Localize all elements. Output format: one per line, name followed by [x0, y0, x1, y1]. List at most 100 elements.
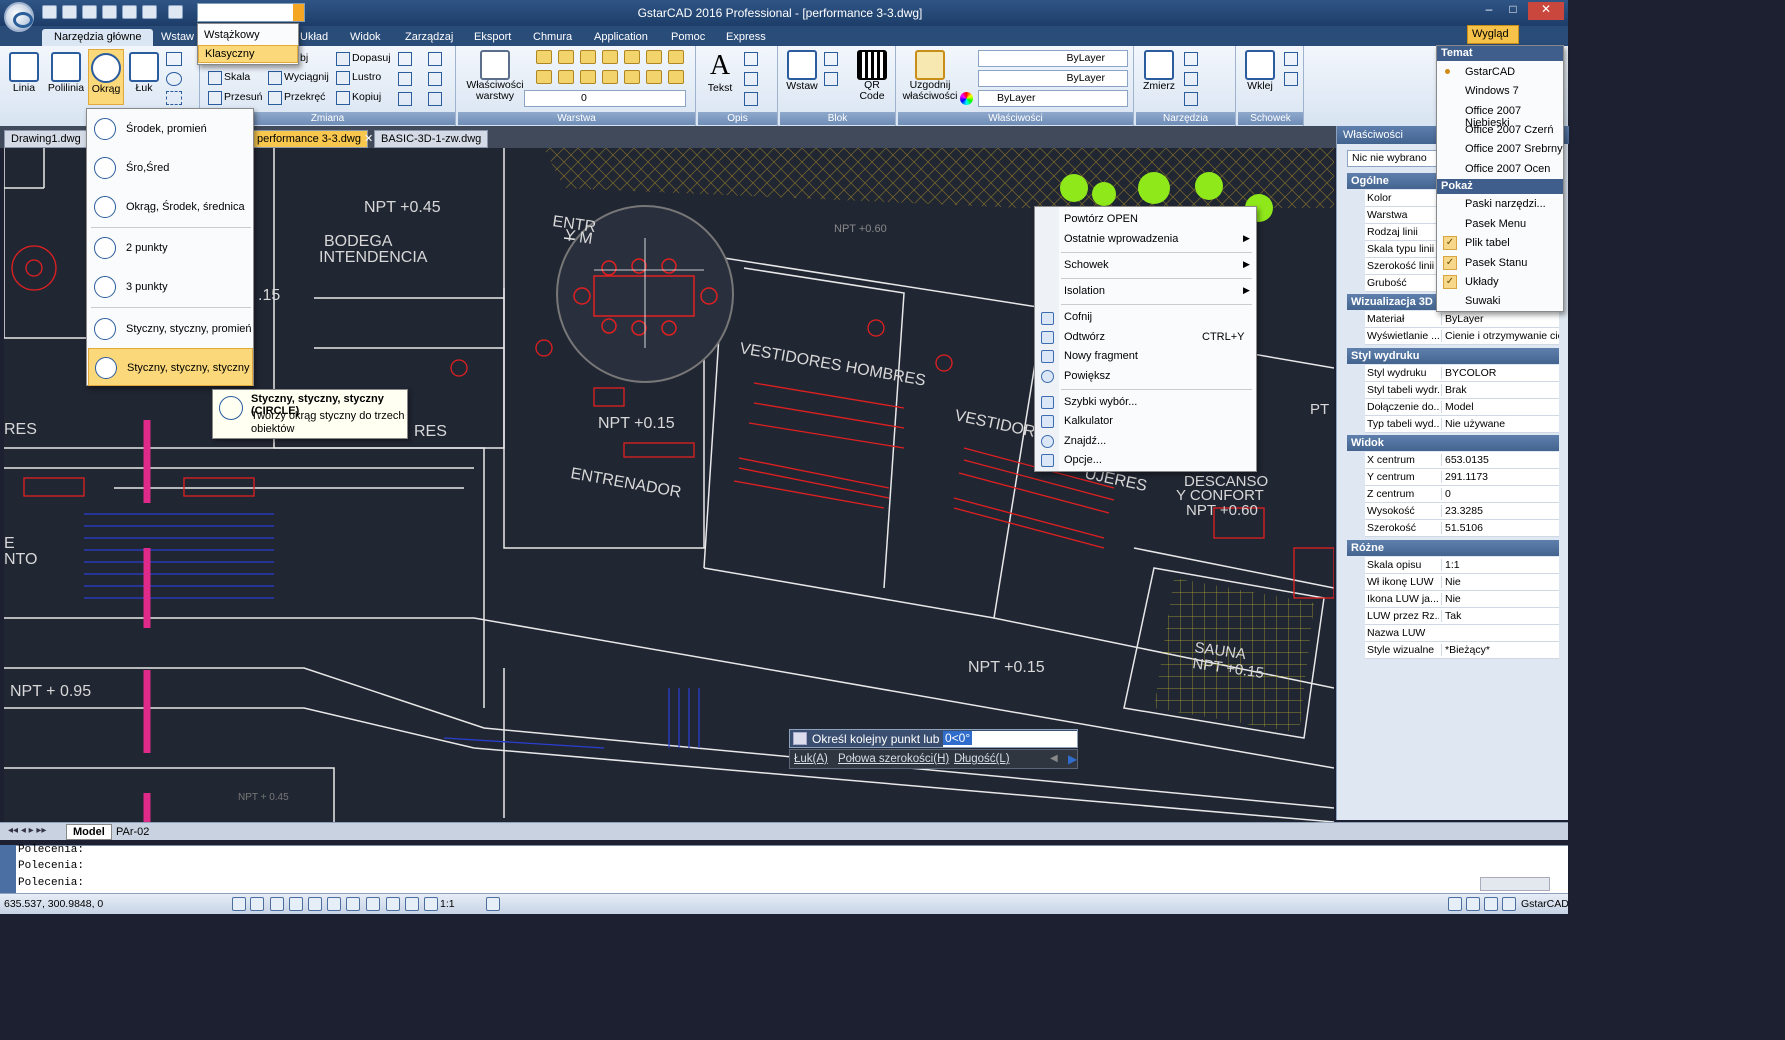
fit-button[interactable]: Dopasuj	[334, 49, 391, 67]
annotation-panel-label[interactable]: Opis	[698, 112, 777, 125]
tray-icon[interactable]	[1484, 897, 1498, 911]
zoom-item[interactable]: Powiększ	[1064, 370, 1110, 382]
tab-help[interactable]: Pomoc	[663, 29, 713, 46]
qr-code-button[interactable]: QR Code	[852, 50, 892, 102]
appearance-button[interactable]: Wygląd	[1467, 25, 1519, 44]
doc-tab[interactable]: Drawing1.dwg	[4, 130, 88, 148]
ducs-icon[interactable]	[346, 897, 360, 911]
show-menubar-item[interactable]: Pasek Menu	[1465, 218, 1526, 230]
property-value[interactable]: 653.0135	[1441, 454, 1559, 466]
prev-arrow-icon[interactable]: ◀	[1050, 753, 1058, 764]
property-row[interactable]: Materiał ByLayer	[1365, 311, 1559, 328]
dimension-icon[interactable]	[744, 52, 758, 66]
property-value[interactable]: *Bieżący*	[1441, 644, 1559, 656]
theme-option[interactable]: Office 2007 Srebrny	[1465, 143, 1563, 155]
theme-option[interactable]: GstarCAD	[1465, 66, 1515, 78]
circle-center-diameter-2[interactable]: Okrąg, Środek, średnica	[88, 188, 253, 226]
property-row[interactable]: LUW przez Rz... Tak	[1365, 608, 1559, 625]
mirror-button[interactable]: Lustro	[334, 68, 381, 86]
circle-center-radius[interactable]: Środek, promień	[88, 110, 253, 148]
calculator-icon[interactable]	[1184, 92, 1198, 106]
circle-ttr[interactable]: Styczny, styczny, promień	[88, 310, 253, 348]
property-value[interactable]: Nie używane	[1441, 418, 1559, 430]
halfwidth-option[interactable]: Połowa szerokości(H)	[838, 753, 949, 765]
redo-item[interactable]: Odtwórz	[1064, 331, 1105, 343]
new-viewport-item[interactable]: Nowy fragment	[1064, 350, 1138, 362]
property-row[interactable]: Nazwa LUW	[1365, 625, 1559, 642]
table-icon[interactable]	[744, 92, 758, 106]
tab-model[interactable]: Model	[66, 824, 112, 840]
save-icon[interactable]	[82, 5, 97, 19]
edit-block-icon[interactable]	[824, 72, 838, 86]
property-row[interactable]: Styl wydruku BYCOLOR	[1365, 365, 1559, 382]
property-value[interactable]: Brak	[1441, 384, 1559, 396]
circle-button[interactable]: Okrąg	[88, 49, 124, 105]
property-value[interactable]: 0	[1441, 488, 1559, 500]
recent-input-item[interactable]: Ostatnie wprowadzenia	[1064, 233, 1178, 245]
tab-view[interactable]: Widok	[342, 29, 389, 46]
erase-icon[interactable]	[428, 92, 442, 106]
quick-select-item[interactable]: Szybki wybór...	[1064, 396, 1137, 408]
open-file-icon[interactable]	[62, 5, 77, 19]
lock-icon[interactable]	[1466, 897, 1480, 911]
print-icon[interactable]	[102, 5, 117, 19]
property-value[interactable]: Cienie i otrzymywanie cieni	[1441, 330, 1559, 342]
hatch-icon[interactable]	[166, 91, 182, 105]
model-space-icon[interactable]	[405, 897, 419, 911]
property-row[interactable]: Szerokość 51.5106	[1365, 520, 1559, 537]
color-combo[interactable]: ByLayer	[978, 90, 1128, 107]
cut-icon[interactable]	[1284, 72, 1298, 86]
app-logo[interactable]	[4, 2, 34, 32]
property-row[interactable]: Dołączenie do... Model	[1365, 399, 1559, 416]
property-row[interactable]: Y centrum 291.1173	[1365, 469, 1559, 486]
property-value[interactable]: Tak	[1441, 610, 1559, 622]
move-button[interactable]: Przesuń	[206, 88, 263, 106]
tab-export[interactable]: Eksport	[466, 29, 519, 46]
property-row[interactable]: Style wizualne *Bieżący*	[1365, 642, 1559, 659]
doc-tab-active[interactable]: performance 3-3.dwg	[250, 130, 368, 148]
circle-ttt[interactable]: Styczny, styczny, styczny	[88, 348, 253, 386]
grid-icon[interactable]	[250, 897, 264, 911]
tab-application[interactable]: Application	[586, 29, 656, 46]
ortho-icon[interactable]	[270, 897, 284, 911]
workspace-combo[interactable]: Wstążkowy	[197, 3, 305, 22]
new-file-icon[interactable]	[42, 5, 57, 19]
property-row[interactable]: Styl tabeli wydr... Brak	[1365, 382, 1559, 399]
layer-panel-label[interactable]: Warstwa	[458, 112, 695, 125]
circle-center-diameter[interactable]: Śro,Śred	[88, 149, 253, 187]
property-row[interactable]: Wysokość 23.3285	[1365, 503, 1559, 520]
undo-item[interactable]: Cofnij	[1064, 311, 1092, 323]
property-row[interactable]: Wł ikonę LUW Nie	[1365, 574, 1559, 591]
undo-icon[interactable]	[142, 5, 157, 19]
rectangle-icon[interactable]	[166, 52, 182, 66]
show-scrollbars-item[interactable]: Suwaki	[1465, 295, 1500, 307]
workspace-option[interactable]: Wstążkowy	[198, 26, 298, 44]
section-misc[interactable]: Różne	[1347, 540, 1559, 556]
workspace-icon[interactable]	[1448, 897, 1462, 911]
tab-manage[interactable]: Zarządzaj	[397, 29, 461, 46]
layer-properties-button[interactable]: Właściwości warstwy	[462, 50, 528, 102]
insert-block-button[interactable]: Wstaw	[784, 50, 820, 92]
clean-screen-icon[interactable]	[1502, 897, 1516, 911]
ellipse-icon[interactable]	[166, 72, 182, 86]
clipboard-item[interactable]: Schowek	[1064, 259, 1109, 271]
visibility-icon[interactable]	[486, 897, 500, 911]
offset-icon[interactable]	[398, 52, 412, 66]
show-status-bar-item[interactable]: Pasek Stanu	[1465, 257, 1527, 269]
lineweight-icon[interactable]	[386, 897, 400, 911]
property-value[interactable]: ByLayer	[1441, 313, 1559, 325]
stretch-button[interactable]: Wyciągnij	[266, 68, 329, 86]
property-value[interactable]: Model	[1441, 401, 1559, 413]
array-icon[interactable]	[428, 52, 442, 66]
doc-tab[interactable]: BASIC-3D-1-zw.dwg	[374, 130, 489, 148]
scale-readout[interactable]: 1:1	[440, 898, 455, 910]
block-panel-label[interactable]: Blok	[780, 112, 895, 125]
text-button[interactable]: A Tekst	[702, 50, 738, 94]
property-value[interactable]: Nie	[1441, 576, 1559, 588]
polyline-button[interactable]: Polilinia	[46, 52, 86, 94]
tools-panel-label[interactable]: Narzędzia	[1136, 112, 1235, 125]
theme-option[interactable]: Office 2007 Czerń	[1465, 124, 1553, 136]
property-value[interactable]: 23.3285	[1441, 505, 1559, 517]
section-view[interactable]: Widok	[1347, 435, 1559, 451]
dyn-icon[interactable]	[366, 897, 380, 911]
